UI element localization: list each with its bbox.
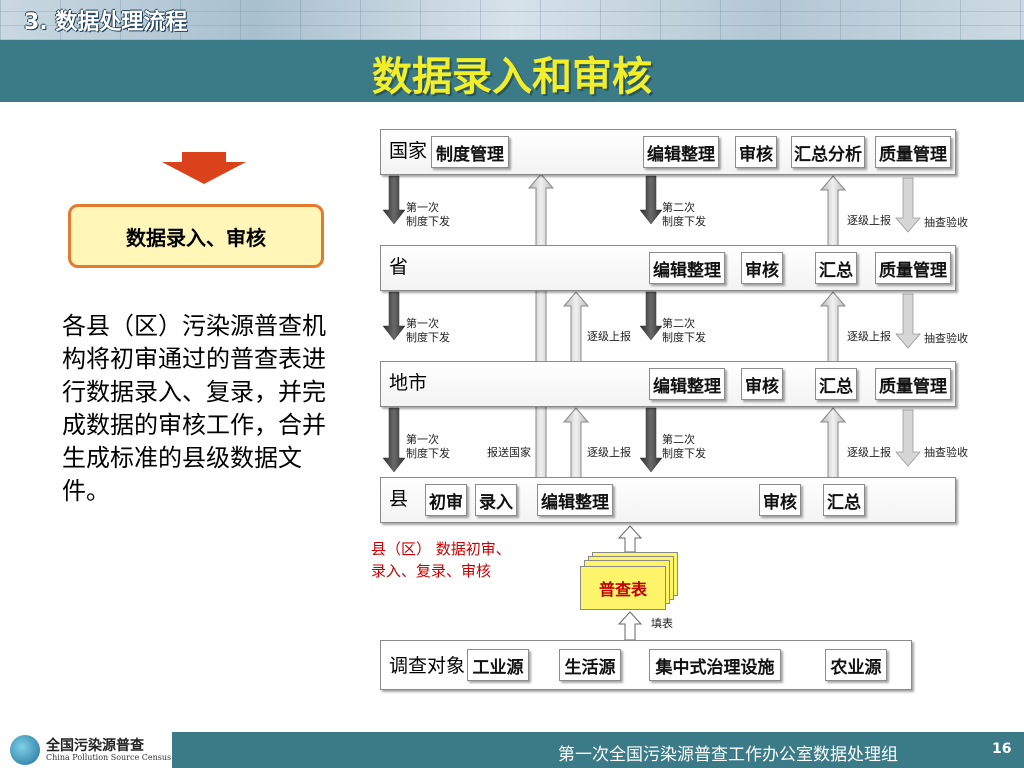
- level-name: 地市: [389, 372, 428, 394]
- label-report-up: 逐级上报: [847, 214, 891, 227]
- label-report-up: 逐级上报: [587, 446, 631, 459]
- survey-item-industrial: 工业源: [467, 649, 529, 681]
- task-edit-organize: 编辑整理: [537, 484, 613, 516]
- label-first-issue: 第一次 制度下发: [406, 201, 450, 228]
- task-edit-organize: 编辑整理: [649, 252, 725, 284]
- label-sample-check: 抽查验收: [924, 216, 968, 229]
- label-second-issue: 第二次 制度下发: [662, 201, 706, 228]
- logo-cn-text: 全国污染源普查: [46, 738, 144, 754]
- report-up-arrow-city: [562, 291, 590, 363]
- report-up-arrow-right-2: [819, 291, 847, 363]
- form-up-arrow: [617, 525, 643, 553]
- label-first-issue: 第一次 制度下发: [406, 433, 450, 460]
- level-name: 国家: [389, 140, 428, 162]
- task-summary: 汇总: [823, 484, 865, 516]
- task-edit-organize: 编辑整理: [649, 368, 725, 400]
- logo-en-text: China Pollution Source Census: [46, 753, 172, 762]
- county-note: 县（区） 数据初审、 录入、复录、审核: [371, 540, 511, 580]
- task-review: 审核: [741, 368, 783, 400]
- label-send-national: 报送国家: [487, 446, 531, 459]
- fill-form-arrow: [617, 611, 643, 641]
- label-sample-check: 抽查验收: [924, 446, 968, 459]
- task-quality-management: 质量管理: [875, 136, 951, 168]
- level-national: 国家 制度管理 编辑整理 审核 汇总分析 质量管理: [380, 129, 956, 175]
- task-data-entry: 录入: [475, 484, 517, 516]
- footer-logo: 全国污染源普查 China Pollution Source Census: [0, 732, 172, 768]
- second-issue-arrows: [639, 175, 663, 473]
- label-report-up: 逐级上报: [847, 446, 891, 459]
- survey-objects-bar: 调查对象 工业源 生活源 集中式治理设施 农业源: [380, 640, 912, 690]
- report-up-arrow-right-3: [819, 407, 847, 479]
- census-logo-icon: [10, 735, 40, 765]
- task-initial-review: 初审: [425, 484, 467, 516]
- survey-item-agricultural: 农业源: [825, 649, 887, 681]
- task-edit-organize: 编辑整理: [643, 136, 719, 168]
- task-quality-management: 质量管理: [875, 252, 951, 284]
- report-up-arrow-county: [562, 407, 590, 479]
- survey-item-treatment-facilities: 集中式治理设施: [649, 649, 781, 681]
- task-system-management: 制度管理: [431, 136, 509, 168]
- level-name: 省: [389, 256, 409, 278]
- survey-item-domestic: 生活源: [559, 649, 621, 681]
- task-quality-management: 质量管理: [875, 368, 951, 400]
- label-sample-check: 抽查验收: [924, 332, 968, 345]
- label-fill-form: 填表: [651, 617, 673, 630]
- first-issue-arrows: [382, 175, 406, 473]
- survey-form-stack: 普查表: [580, 552, 680, 616]
- task-review: 审核: [741, 252, 783, 284]
- level-city: 地市 编辑整理 审核 汇总 质量管理: [380, 361, 956, 407]
- label-second-issue: 第二次 制度下发: [662, 317, 706, 344]
- report-up-arrow-right-1: [819, 175, 847, 247]
- task-summary: 汇总: [815, 368, 857, 400]
- task-summary: 汇总: [815, 252, 857, 284]
- task-summary-analysis: 汇总分析: [791, 136, 865, 168]
- page-number: 16: [992, 741, 1012, 757]
- label-report-up: 逐级上报: [587, 330, 631, 343]
- task-review: 审核: [759, 484, 801, 516]
- label-report-up: 逐级上报: [847, 330, 891, 343]
- level-province: 省 编辑整理 审核 汇总 质量管理: [380, 245, 956, 291]
- survey-form-label: 普查表: [580, 566, 666, 610]
- level-name: 县: [389, 488, 409, 510]
- task-review: 审核: [735, 136, 777, 168]
- send-national-arrow: [527, 173, 555, 479]
- label-first-issue: 第一次 制度下发: [406, 317, 450, 344]
- survey-name: 调查对象: [389, 655, 466, 677]
- label-second-issue: 第二次 制度下发: [662, 433, 706, 460]
- sample-check-arrows: [895, 177, 921, 467]
- footer-text: 第一次全国污染源普查工作办公室数据处理组: [558, 745, 898, 765]
- level-county: 县 初审 录入 编辑整理 审核 汇总: [380, 477, 956, 523]
